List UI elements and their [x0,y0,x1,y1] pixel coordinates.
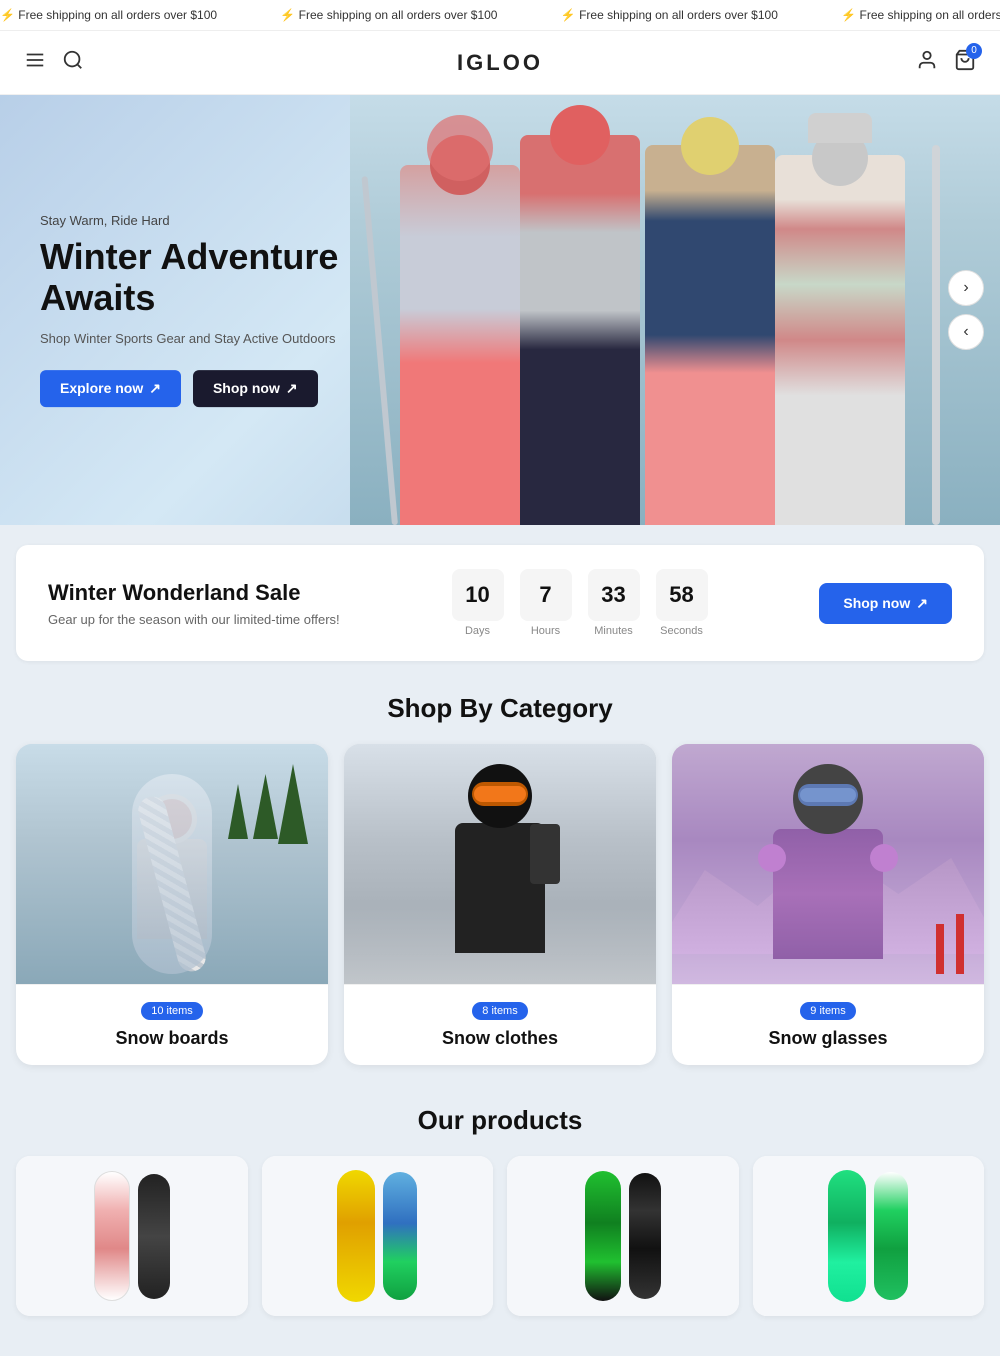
snowboard-visual [94,1171,130,1301]
product-card-4[interactable] [753,1156,985,1316]
hero-image [350,95,1000,525]
category-grid: 10 items Snow boards [0,744,1000,1065]
days-value: 10 [452,569,504,621]
hero-next-button[interactable]: › [948,270,984,306]
header: IGLOO 0 [0,31,1000,95]
products-section [0,1156,1000,1356]
hero-section: Stay Warm, Ride Hard Winter Adventure Aw… [0,95,1000,525]
products-title: Our products [0,1105,1000,1136]
countdown-hours: 7 Hours [520,569,572,637]
snowboard-visual [337,1170,375,1302]
clothes-name: Snow clothes [360,1028,640,1049]
snowboard-visual [138,1174,170,1299]
glasses-name: Snow glasses [688,1028,968,1049]
cart-badge: 0 [966,43,982,59]
countdown-minutes: 33 Minutes [588,569,640,637]
seconds-value: 58 [656,569,708,621]
sale-banner: Winter Wonderland Sale Gear up for the s… [16,545,984,661]
cart-icon[interactable]: 0 [954,49,976,77]
menu-icon[interactable] [24,49,46,77]
header-right: 0 [916,49,976,77]
hours-value: 7 [520,569,572,621]
category-image-glasses [672,744,984,984]
announcement-text: ⚡ Free shipping on all orders over $100 [280,8,497,22]
countdown-seconds: 58 Seconds [656,569,708,637]
snowboard-visual [874,1172,908,1300]
snowboard-visual [383,1172,417,1300]
shop-now-button[interactable]: Shop now ↗ [193,370,318,407]
days-label: Days [465,625,490,637]
hero-prev-button[interactable]: ‹ [948,314,984,350]
minutes-value: 33 [588,569,640,621]
products-grid [16,1156,984,1316]
category-card-glasses[interactable]: 9 items Snow glasses [672,744,984,1065]
site-logo[interactable]: IGLOO [457,50,543,76]
snowboard-visual [629,1173,661,1299]
product-image-2 [262,1156,494,1316]
categories-title: Shop By Category [0,693,1000,724]
glasses-badge: 9 items [800,1002,855,1020]
countdown: 10 Days 7 Hours 33 Minutes 58 Seconds [452,569,708,637]
hero-subtitle: Shop Winter Sports Gear and Stay Active … [40,331,380,346]
sale-btn-label: Shop now [843,595,910,611]
product-card-1[interactable] [16,1156,248,1316]
product-image-4 [753,1156,985,1316]
product-card-2[interactable] [262,1156,494,1316]
hero-bg [350,95,1000,525]
hero-title: Winter Adventure Awaits [40,236,380,319]
announcement-text: ⚡ Free shipping on all orders over $100 [561,8,778,22]
category-card-clothes[interactable]: 8 items Snow clothes [344,744,656,1065]
arrow-icon: ↗ [916,595,928,612]
category-card-snowboards[interactable]: 10 items Snow boards [16,744,328,1065]
sale-description: Gear up for the season with our limited-… [48,612,340,627]
sale-title: Winter Wonderland Sale [48,580,340,606]
snowboard-visual [828,1170,866,1302]
product-image-1 [16,1156,248,1316]
category-info-clothes: 8 items Snow clothes [344,984,656,1065]
hero-navigation: › ‹ [948,270,984,350]
product-card-3[interactable] [507,1156,739,1316]
announcement-text: ⚡ Free shipping on all orders over $100 [841,8,1000,22]
snowboards-badge: 10 items [141,1002,203,1020]
snowboard-visual [585,1171,621,1301]
announcement-text: ⚡ Free shipping on all orders over $100 [0,8,217,22]
snowboards-name: Snow boards [32,1028,312,1049]
explore-now-button[interactable]: Explore now ↗ [40,370,181,407]
search-icon[interactable] [62,49,84,77]
arrow-icon: ↗ [149,380,161,397]
sale-shop-now-button[interactable]: Shop now ↗ [819,583,952,624]
countdown-days: 10 Days [452,569,504,637]
account-icon[interactable] [916,49,938,77]
hero-content: Stay Warm, Ride Hard Winter Adventure Aw… [40,213,380,407]
category-info-snowboards: 10 items Snow boards [16,984,328,1065]
announcement-bar: ⚡ Free shipping on all orders over $100 … [0,0,1000,31]
minutes-label: Minutes [594,625,633,637]
hero-buttons: Explore now ↗ Shop now ↗ [40,370,380,407]
hero-eyebrow: Stay Warm, Ride Hard [40,213,380,228]
header-left [24,49,84,77]
arrow-icon: ↗ [286,380,298,397]
sale-text: Winter Wonderland Sale Gear up for the s… [48,580,340,627]
category-info-glasses: 9 items Snow glasses [672,984,984,1065]
category-image-snowboards [16,744,328,984]
seconds-label: Seconds [660,625,703,637]
category-image-clothes [344,744,656,984]
product-image-3 [507,1156,739,1316]
clothes-badge: 8 items [472,1002,527,1020]
hours-label: Hours [531,625,560,637]
